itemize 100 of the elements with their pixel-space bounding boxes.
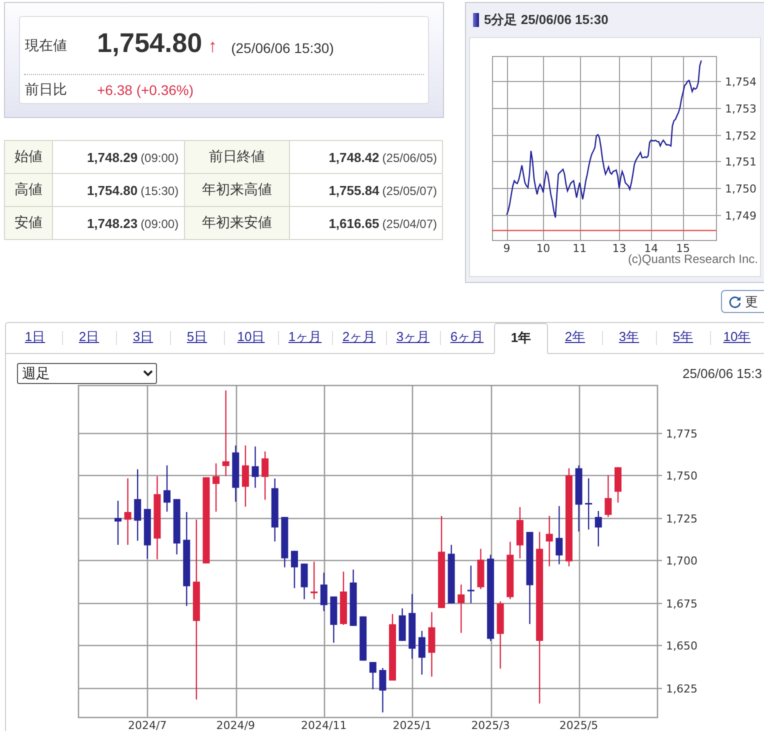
axis-label: 2024/9 <box>216 719 255 730</box>
table-cell: 安値 <box>4 206 52 240</box>
time-text: (15:30) <box>140 184 179 198</box>
candlestick <box>281 516 288 568</box>
candlestick <box>369 662 376 690</box>
candlestick <box>448 544 455 604</box>
axis-label: 9 <box>503 242 510 252</box>
candlestick <box>506 542 514 600</box>
axis-label: 1,750 <box>666 470 698 482</box>
axis-label: 14 <box>644 242 658 252</box>
axis-label: 1,650 <box>666 640 698 652</box>
candlestick <box>467 566 474 604</box>
axis-label: 1,700 <box>666 554 698 568</box>
candlestick <box>585 478 592 530</box>
price-value: 1,754.80 <box>86 183 138 198</box>
table-cell: 年初来安値 <box>184 206 290 240</box>
quote-label: 現在値 <box>25 36 68 54</box>
candlestick <box>262 451 269 500</box>
candlestick <box>546 516 553 566</box>
price-value: 1,755.84 <box>328 183 380 198</box>
candlestick <box>389 614 396 681</box>
axis-label: 1,751 <box>725 156 756 168</box>
copyright-text: (c)Quants Research Inc. <box>626 252 758 266</box>
candlestick <box>271 478 278 542</box>
candlestick <box>594 511 602 546</box>
axis-label: 2025/1 <box>392 719 432 730</box>
period-tab[interactable]: 2年 <box>548 323 602 353</box>
axis-label: 10 <box>536 242 550 252</box>
candlestick <box>418 630 426 675</box>
axis-label: 2024/11 <box>301 719 347 730</box>
time-text: (09:00) <box>140 217 179 231</box>
axis-label: 1,625 <box>666 682 698 696</box>
refresh-button[interactable]: 更 <box>721 290 764 313</box>
candlestick <box>252 446 259 488</box>
candlestick <box>614 467 622 503</box>
candlestick <box>458 584 465 633</box>
table-cell: 前日終値 <box>184 140 290 174</box>
axis-label: 15 <box>676 242 690 252</box>
axis-label: 1,754 <box>725 76 756 88</box>
refresh-icon <box>728 294 742 308</box>
price-value: 1,748.29 <box>86 150 138 165</box>
time-text: (25/04/07) <box>382 217 437 231</box>
axis-label: 2025/5 <box>559 719 598 730</box>
axis-label: 1,749 <box>725 210 756 222</box>
change-label: 前日比 <box>25 80 68 98</box>
price-value: 1,748.42 <box>328 150 380 165</box>
candlestick <box>134 469 142 541</box>
chart-title: 5分足 25/06/06 15:30 <box>484 11 608 29</box>
candlestick <box>242 445 249 507</box>
candlestick <box>124 478 132 545</box>
candlestick <box>516 507 524 558</box>
candlestick <box>300 564 308 600</box>
price-value: 1,748.23 <box>86 216 138 231</box>
time-text: (25/05/07) <box>382 184 437 198</box>
axis-label: 2024/7 <box>128 719 167 730</box>
candlestick <box>556 506 563 564</box>
time-text: (25/06/05) <box>382 151 437 165</box>
axis-label: 1,752 <box>725 130 756 142</box>
candlestick <box>164 465 171 512</box>
axis-label: 1,775 <box>666 428 698 440</box>
period-tab[interactable]: 1年 <box>494 323 548 354</box>
candlestick <box>330 596 338 643</box>
candlestick <box>379 668 386 712</box>
time-text: (09:00) <box>140 151 179 165</box>
candlestick <box>428 612 436 677</box>
table-cell: 始値 <box>4 140 52 174</box>
candlestick <box>232 445 240 502</box>
candlestick <box>114 500 122 545</box>
axis-label: 2025/3 <box>471 719 510 730</box>
interval-select[interactable]: 週足 <box>17 362 157 384</box>
candlestick <box>408 594 416 659</box>
axis-label: 1,753 <box>725 102 756 116</box>
bar-icon <box>473 13 479 27</box>
candlestick <box>173 499 180 554</box>
candlestick <box>144 508 151 559</box>
price-change: +6.38 (+0.36%) <box>97 82 194 98</box>
timestamp: 25/06/06 15:3 <box>682 366 762 380</box>
candlestick <box>575 465 582 532</box>
candlestick <box>496 601 504 669</box>
current-price: 1,754.80 <box>97 28 202 59</box>
period-tab[interactable]: 1日 <box>8 323 62 353</box>
price-value: 1,616.65 <box>328 216 380 231</box>
candlestick <box>340 572 347 625</box>
candlestick <box>398 608 406 641</box>
axis-label: 1,725 <box>666 512 698 526</box>
axis-label: 13 <box>612 242 626 252</box>
candlestick <box>290 550 298 588</box>
up-arrow: ↑ <box>208 36 218 57</box>
candlestick <box>477 548 484 590</box>
table-cell: 高値 <box>4 174 52 206</box>
axis-label: 1,750 <box>725 182 756 196</box>
candlestick <box>212 463 220 512</box>
candlestick <box>320 572 328 612</box>
candlestick <box>350 570 357 626</box>
axis-label: 1,675 <box>666 598 698 610</box>
candlestick <box>360 616 367 661</box>
table-cell: 年初来高値 <box>184 174 290 206</box>
axis-label: 11 <box>572 242 587 252</box>
candlestick <box>604 475 612 517</box>
candlestick <box>310 562 318 600</box>
